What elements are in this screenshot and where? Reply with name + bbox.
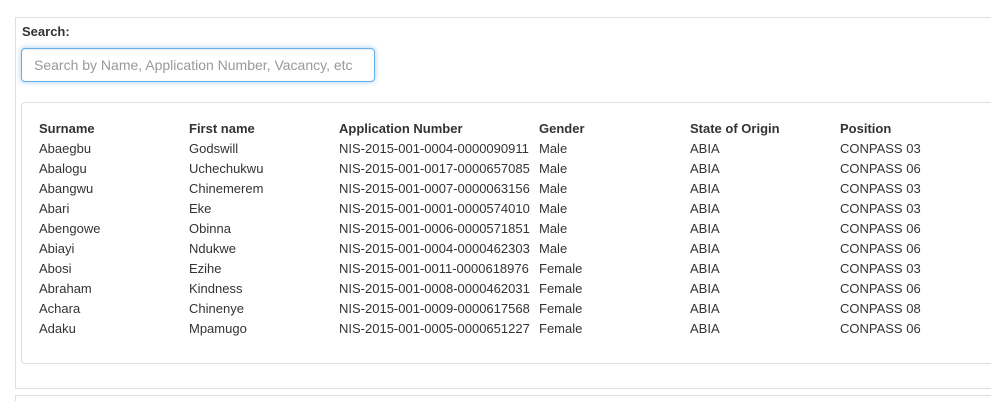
cell-application-number: NIS-2015-001-0008-0000462031 bbox=[339, 281, 530, 296]
cell-surname: Abaegbu bbox=[39, 141, 92, 156]
cell-gender: Female bbox=[539, 261, 583, 276]
cell-surname: Abalogu bbox=[39, 161, 87, 176]
cell-position: CONPASS 08 bbox=[840, 301, 921, 316]
cell-state-of-origin: ABIA bbox=[690, 301, 720, 316]
cell-application-number: NIS-2015-001-0011-0000618976 bbox=[339, 261, 529, 276]
cell-gender: Male bbox=[539, 141, 568, 156]
cell-gender: Male bbox=[539, 241, 568, 256]
cell-state-of-origin: ABIA bbox=[690, 181, 720, 196]
cell-state-of-origin: ABIA bbox=[690, 261, 720, 276]
column-header-surname[interactable]: Surname bbox=[37, 119, 187, 139]
cell-first-name: Eke bbox=[189, 201, 212, 216]
cell-position: CONPASS 03 bbox=[840, 261, 921, 276]
cell-state-of-origin: ABIA bbox=[690, 201, 720, 216]
cell-surname: Achara bbox=[39, 301, 81, 316]
cell-gender: Male bbox=[539, 161, 568, 176]
cell-state-of-origin: ABIA bbox=[690, 281, 720, 296]
cell-gender: Female bbox=[539, 321, 583, 336]
cell-surname: Abosi bbox=[39, 261, 72, 276]
cell-first-name: Uchechukwu bbox=[189, 161, 264, 176]
table-row[interactable]: Abaegbu Godswill NIS-2015-001-0004-0000090… bbox=[37, 139, 991, 159]
table-row[interactable]: Adaku Mpamugo NIS-2015-001-0005-0000651227… bbox=[37, 319, 991, 339]
cell-surname: Abiayi bbox=[39, 241, 75, 256]
cell-surname: Abengowe bbox=[39, 221, 101, 236]
table-row[interactable]: Abengowe Obinna NIS-2015-001-0006-00005718… bbox=[37, 219, 991, 239]
cell-position: CONPASS 06 bbox=[840, 161, 921, 176]
column-header-first-name[interactable]: First name bbox=[187, 119, 337, 139]
search-input[interactable] bbox=[21, 48, 375, 82]
table-row[interactable]: Abosi Ezihe NIS-2015-001-0011-0000618976 Fe… bbox=[37, 259, 991, 279]
table-row[interactable]: Abangwu Chinemerem NIS-2015-001-0007-00000… bbox=[37, 179, 991, 199]
cell-position: CONPASS 06 bbox=[840, 241, 921, 256]
cell-surname: Abangwu bbox=[39, 181, 94, 196]
cell-gender: Male bbox=[539, 181, 568, 196]
column-header-position[interactable]: Position bbox=[838, 119, 991, 139]
results-panel: Surname First name Application Number Ge… bbox=[21, 102, 991, 364]
cell-surname: Adaku bbox=[39, 321, 76, 336]
cell-gender: Male bbox=[539, 201, 568, 216]
cell-gender: Female bbox=[539, 281, 583, 296]
cell-position: CONPASS 06 bbox=[840, 321, 921, 336]
cell-first-name: Ndukwe bbox=[189, 241, 236, 256]
cell-state-of-origin: ABIA bbox=[690, 321, 720, 336]
cell-state-of-origin: ABIA bbox=[690, 221, 720, 236]
cell-application-number: NIS-2015-001-0006-0000571851 bbox=[339, 221, 530, 236]
cell-first-name: Mpamugo bbox=[189, 321, 247, 336]
cell-application-number: NIS-2015-001-0007-0000063156 bbox=[339, 181, 530, 196]
cell-first-name: Obinna bbox=[189, 221, 231, 236]
cell-first-name: Kindness bbox=[189, 281, 243, 296]
cell-surname: Abari bbox=[39, 201, 70, 216]
cell-first-name: Ezihe bbox=[189, 261, 222, 276]
table-row[interactable]: Abiayi Ndukwe NIS-2015-001-0004-0000462303… bbox=[37, 239, 991, 259]
table-row[interactable]: Achara Chinenye NIS-2015-001-0009-00006175… bbox=[37, 299, 991, 319]
next-panel-edge bbox=[15, 395, 991, 401]
cell-gender: Male bbox=[539, 221, 568, 236]
search-label: Search: bbox=[22, 24, 70, 39]
column-header-gender[interactable]: Gender bbox=[537, 119, 688, 139]
cell-position: CONPASS 06 bbox=[840, 221, 921, 236]
cell-first-name: Chinenye bbox=[189, 301, 244, 316]
column-header-application-number[interactable]: Application Number bbox=[337, 119, 537, 139]
cell-position: CONPASS 03 bbox=[840, 141, 921, 156]
table-header-row: Surname First name Application Number Ge… bbox=[37, 119, 991, 139]
cell-application-number: NIS-2015-001-0005-0000651227 bbox=[339, 321, 530, 336]
results-table: Surname First name Application Number Ge… bbox=[37, 119, 991, 339]
table-row[interactable]: Abraham Kindness NIS-2015-001-0008-0000462… bbox=[37, 279, 991, 299]
cell-application-number: NIS-2015-001-0001-0000574010 bbox=[339, 201, 530, 216]
cell-surname: Abraham bbox=[39, 281, 92, 296]
cell-application-number: NIS-2015-001-0004-0000090911 bbox=[339, 141, 529, 156]
table-row[interactable]: Abalogu Uchechukwu NIS-2015-001-0017-00006… bbox=[37, 159, 991, 179]
column-header-state-of-origin[interactable]: State of Origin bbox=[688, 119, 838, 139]
cell-state-of-origin: ABIA bbox=[690, 141, 720, 156]
cell-application-number: NIS-2015-001-0004-0000462303 bbox=[339, 241, 530, 256]
cell-state-of-origin: ABIA bbox=[690, 161, 720, 176]
cell-first-name: Godswill bbox=[189, 141, 239, 156]
cell-position: CONPASS 03 bbox=[840, 201, 921, 216]
table-row[interactable]: Abari Eke NIS-2015-001-0001-0000574010 Male… bbox=[37, 199, 991, 219]
cell-application-number: NIS-2015-001-0009-0000617568 bbox=[339, 301, 530, 316]
cell-first-name: Chinemerem bbox=[189, 181, 264, 196]
cell-application-number: NIS-2015-001-0017-0000657085 bbox=[339, 161, 530, 176]
cell-position: CONPASS 03 bbox=[840, 181, 921, 196]
cell-gender: Female bbox=[539, 301, 583, 316]
cell-position: CONPASS 06 bbox=[840, 281, 921, 296]
cell-state-of-origin: ABIA bbox=[690, 241, 720, 256]
